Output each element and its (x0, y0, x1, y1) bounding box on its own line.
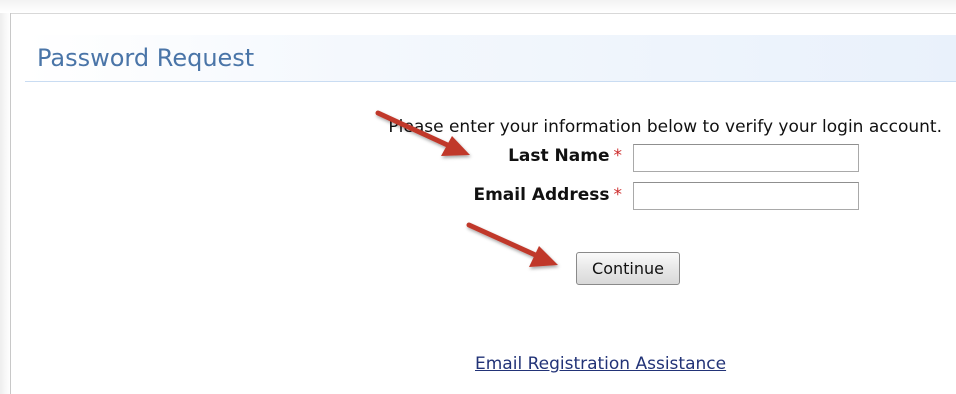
email-address-field[interactable] (633, 182, 859, 210)
required-marker: * (613, 146, 623, 166)
continue-button[interactable]: Continue (576, 252, 680, 285)
screenshot-frame: Password Request Please enter your infor… (0, 0, 956, 394)
last-name-label: Last Name * (508, 146, 622, 166)
last-name-field[interactable] (633, 144, 859, 172)
last-name-label-text: Last Name (508, 146, 610, 166)
required-marker: * (613, 185, 623, 205)
instructions-text: Please enter your information below to v… (388, 117, 942, 137)
panel-border-top (10, 13, 956, 14)
page-title: Password Request (37, 44, 255, 72)
email-registration-assistance-link[interactable]: Email Registration Assistance (475, 354, 726, 374)
arrow-icon (466, 222, 558, 267)
email-address-label-text: Email Address (473, 185, 610, 205)
panel-border-left (10, 13, 11, 394)
shadow-edge-left (0, 13, 10, 394)
email-address-label: Email Address * (473, 185, 622, 205)
shadow-edge-top (0, 0, 956, 13)
